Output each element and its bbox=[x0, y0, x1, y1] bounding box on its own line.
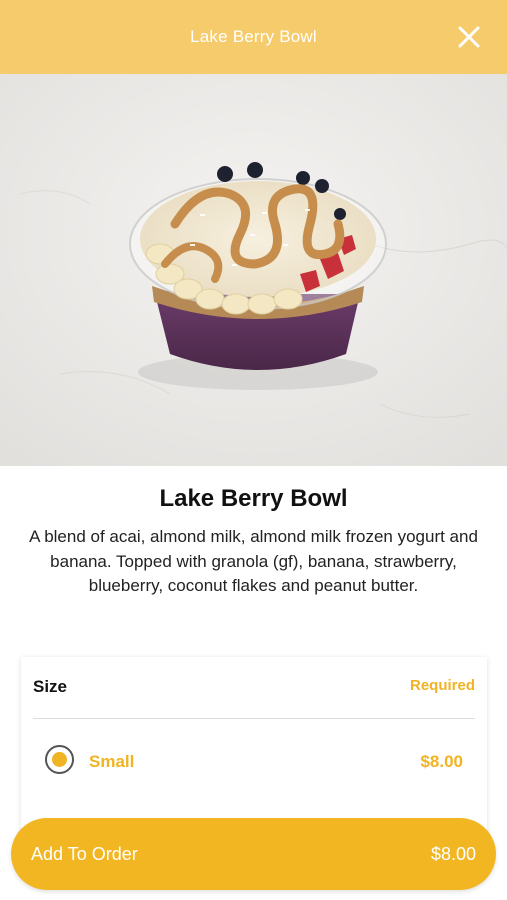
option-group-label: Size bbox=[33, 677, 68, 696]
product-title: Lake Berry Bowl bbox=[159, 485, 348, 512]
add-to-order-button[interactable]: Add To Order $8.00 bbox=[11, 818, 496, 890]
order-total: $8.00 bbox=[430, 844, 476, 864]
header-title: Lake Berry Bowl bbox=[190, 27, 317, 46]
acai-bowl-illustration bbox=[0, 74, 507, 466]
size-option-small[interactable]: Small $8.00 bbox=[21, 737, 487, 787]
product-image bbox=[0, 74, 507, 466]
required-badge: Required bbox=[409, 677, 475, 694]
option-price: $8.00 bbox=[420, 752, 463, 771]
top-bar: Lake Berry Bowl bbox=[0, 0, 507, 74]
radio-selected-dot bbox=[52, 752, 67, 767]
radio-button[interactable] bbox=[45, 745, 74, 774]
close-button[interactable] bbox=[455, 23, 483, 51]
product-description: A blend of acai, almond milk, almond mil… bbox=[29, 527, 478, 595]
divider bbox=[33, 718, 475, 719]
add-to-order-label: Add To Order bbox=[31, 844, 138, 864]
close-icon bbox=[458, 26, 480, 48]
option-label: Small bbox=[89, 752, 135, 771]
